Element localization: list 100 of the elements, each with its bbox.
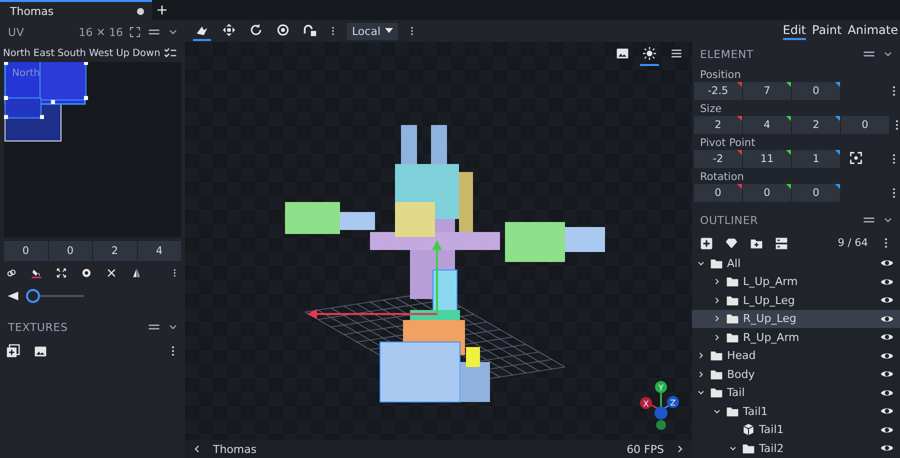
outliner-row[interactable]: Tail1: [692, 420, 900, 439]
outliner-item-name: L_Up_Leg: [743, 294, 796, 307]
number-input[interactable]: 0: [694, 184, 742, 202]
folder-icon: [710, 386, 723, 400]
file-tab[interactable]: Thomas: [0, 0, 152, 20]
target-icon: [276, 23, 290, 37]
add-folder-icon[interactable]: [750, 236, 763, 250]
slider-thumb[interactable]: [26, 289, 40, 303]
number-input[interactable]: 0: [792, 82, 840, 100]
element-count: 9 / 64: [838, 237, 868, 249]
number-input[interactable]: 11: [743, 150, 791, 168]
outliner-row[interactable]: Tail2: [692, 439, 900, 458]
outliner-row[interactable]: L_Up_Arm: [692, 272, 900, 291]
mode-tab[interactable]: Edit: [782, 22, 806, 40]
number-input[interactable]: 0: [792, 184, 840, 202]
face-tab[interactable]: East: [33, 48, 55, 58]
mode-tab[interactable]: Paint: [812, 22, 842, 40]
axis-label: Y: [658, 384, 664, 392]
number-input[interactable]: 2: [792, 116, 840, 134]
view-button[interactable]: [640, 46, 659, 66]
panel-title: OUTLINER: [700, 214, 758, 226]
slider-track[interactable]: [26, 289, 84, 303]
axis-label: X: [643, 400, 649, 408]
expand-icon[interactable]: [56, 266, 67, 280]
face-tab[interactable]: North: [3, 48, 30, 58]
number-input[interactable]: 1: [792, 150, 840, 168]
mode-tab[interactable]: Animate: [848, 22, 898, 40]
space-dropdown[interactable]: Local: [347, 22, 398, 40]
folder-icon: [726, 312, 739, 326]
checklist-icon[interactable]: [163, 46, 178, 60]
image-icon[interactable]: [34, 344, 47, 358]
folder-icon: [726, 330, 739, 344]
add-texture-icon[interactable]: [6, 344, 20, 358]
number-input[interactable]: 0: [841, 116, 889, 134]
outliner-row[interactable]: All: [692, 254, 900, 272]
add-cube-icon[interactable]: [700, 236, 713, 250]
outliner-item-name: Body: [727, 368, 756, 381]
cube-icon: [742, 423, 755, 436]
sun-icon: [643, 47, 656, 60]
face-tab[interactable]: Down: [132, 48, 160, 58]
outliner-item-name: R_Up_Leg: [743, 312, 798, 326]
folder-icon: [742, 442, 755, 455]
plus-icon: [156, 4, 168, 16]
outliner-row[interactable]: L_Up_Leg: [692, 291, 900, 310]
number-input[interactable]: 4: [743, 116, 791, 134]
outliner-row[interactable]: R_Up_Arm: [692, 328, 900, 346]
folder-icon: [726, 294, 739, 307]
axis-gizmo-drawing[interactable]: X Y Z: [640, 380, 684, 432]
uv-input[interactable]: 0: [4, 241, 48, 261]
outliner-row[interactable]: R_Up_Leg: [692, 310, 900, 328]
gem-icon[interactable]: [725, 236, 738, 250]
folder-icon: [726, 275, 739, 288]
outliner-row[interactable]: Head: [692, 346, 900, 365]
number-input[interactable]: 0: [743, 184, 791, 202]
uv-input[interactable]: 0: [48, 241, 92, 261]
outliner-item-name: Tail1: [743, 404, 769, 418]
uv-input[interactable]: 2: [93, 241, 136, 261]
number-input[interactable]: -2: [694, 150, 742, 168]
number-input[interactable]: 7: [743, 82, 791, 100]
move-gizmo-drawing[interactable]: [307, 240, 442, 319]
outliner-item-name: Tail2: [759, 442, 785, 455]
image-icon: [616, 47, 629, 60]
caret-icon[interactable]: [384, 28, 393, 34]
number-input[interactable]: -2.5: [694, 82, 742, 100]
panel-title: UV: [8, 26, 24, 38]
face-tab[interactable]: West: [89, 48, 114, 58]
uv-size-label: 16 ✕ 16: [78, 26, 123, 38]
outliner-item-name: R_Up_Arm: [743, 330, 800, 344]
folder-icon: [710, 368, 723, 381]
panel-title: ELEMENT: [700, 48, 754, 60]
outliner-row[interactable]: Tail1: [692, 402, 900, 420]
field-label: Pivot Point: [699, 136, 756, 150]
face-label: North: [12, 68, 40, 79]
field-label: Size: [699, 102, 723, 116]
move-icon: [222, 23, 236, 37]
triangle-icon: [6, 289, 20, 303]
field-label: Rotation: [699, 170, 745, 184]
folder-icon: [710, 349, 723, 362]
folder-icon: [726, 404, 739, 418]
model-name: Thomas: [213, 442, 257, 456]
model-drawing[interactable]: [285, 125, 605, 402]
collapse-all-icon[interactable]: [775, 236, 788, 250]
axis-label: Z: [670, 398, 676, 408]
face-tab[interactable]: South: [58, 48, 86, 58]
outliner-item-name: L_Up_Arm: [743, 275, 799, 288]
face-tab[interactable]: Up: [116, 48, 130, 58]
outliner-row[interactable]: Body: [692, 365, 900, 384]
number-input[interactable]: 2: [694, 116, 742, 134]
outliner-row[interactable]: Tail: [692, 384, 900, 402]
outliner-item-name: Tail1: [759, 423, 785, 436]
outliner-item-name: Head: [727, 349, 757, 362]
unsaved-dot-icon: [137, 8, 144, 14]
uv-input[interactable]: 4: [138, 241, 181, 261]
center-pivot-icon[interactable]: [849, 150, 863, 164]
folder-icon: [710, 256, 723, 270]
gear-icon[interactable]: [80, 266, 92, 280]
outliner-item-name: All: [727, 256, 742, 270]
fullscreen-icon[interactable]: [129, 26, 141, 38]
mirror-icon[interactable]: [130, 266, 142, 280]
vertex-icon: [303, 23, 317, 37]
